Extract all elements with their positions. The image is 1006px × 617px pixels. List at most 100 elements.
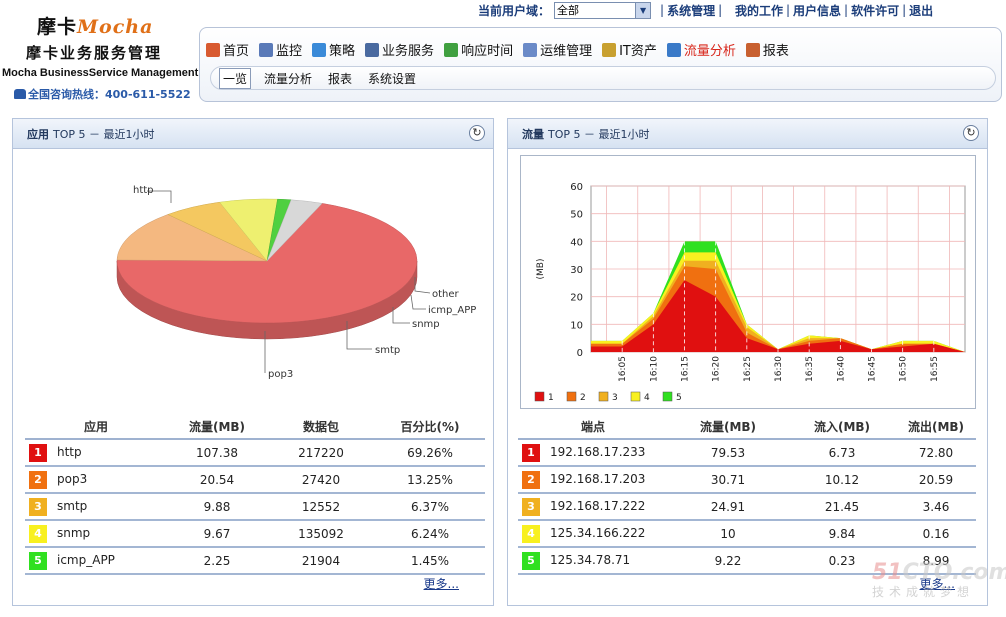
cell-percent: 6.24%	[375, 520, 485, 548]
nav-home[interactable]: 首页	[206, 40, 249, 59]
cell-percent: 6.37%	[375, 493, 485, 521]
app-pie-chart: http pop3 smtp snmp icmp_APP other	[116, 185, 476, 380]
col-traffic: 流量(MB)	[668, 415, 788, 440]
link-user-info[interactable]: 用户信息	[793, 2, 841, 19]
cell-traffic: 9.22	[668, 547, 788, 575]
cell-in: 6.73	[788, 439, 896, 467]
x-tick-label: 16:15	[681, 356, 691, 382]
tab-report[interactable]: 报表	[325, 69, 355, 88]
refresh-icon[interactable]: ↻	[963, 125, 979, 141]
legend-label: 1	[548, 393, 554, 403]
service-icon	[365, 42, 380, 57]
cell-traffic: 30.71	[668, 466, 788, 494]
table-row[interactable]: 5 icmp_APP 2.25 21904 1.45%	[25, 547, 485, 575]
logo: 摩卡Mocha 摩卡业务服务管理 Mocha BusinessService M…	[0, 0, 200, 104]
row-label: 192.168.17.222	[550, 498, 646, 513]
col-endpoint: 端点	[518, 415, 668, 440]
cell-traffic: 10	[668, 520, 788, 548]
more-link[interactable]: 更多...	[424, 575, 459, 592]
cell-packets: 21904	[267, 547, 375, 575]
tab-overview[interactable]: 一览	[219, 67, 252, 89]
table-row[interactable]: 2 pop3 20.54 27420 13.25%	[25, 466, 485, 494]
link-my-work[interactable]: 我的工作	[735, 2, 783, 19]
legend-swatch	[598, 391, 609, 402]
row-label: pop3	[57, 471, 88, 486]
refresh-icon[interactable]: ↻	[469, 125, 485, 141]
table-row[interactable]: 4 125.34.166.222 10 9.84 0.16	[518, 520, 976, 548]
nav-it-asset[interactable]: IT资产	[602, 40, 657, 59]
link-logout[interactable]: 退出	[909, 2, 933, 19]
col-in: 流入(MB)	[788, 415, 896, 440]
watermark: 51CTO.com 技术成就梦想	[872, 560, 1006, 599]
row-label: icmp_APP	[57, 552, 115, 567]
x-tick-label: 16:50	[899, 356, 909, 382]
link-system-admin[interactable]: 系统管理	[667, 2, 715, 19]
cell-in: 10.12	[788, 466, 896, 494]
legend-swatch	[630, 391, 641, 402]
cell-endpoint: 4 125.34.166.222	[518, 520, 668, 548]
chevron-down-icon[interactable]: ▼	[635, 2, 651, 18]
x-tick-label: 16:55	[930, 356, 940, 382]
phone-icon	[14, 89, 26, 99]
link-license[interactable]: 软件许可	[851, 2, 899, 19]
y-axis-label: (MB)	[536, 259, 546, 280]
cell-in: 21.45	[788, 493, 896, 521]
legend-label: 3	[612, 393, 618, 403]
traffic-chart-frame: 0 10 20 30 40 50 60 (MB) 16:05 16:10 16:15 16:20 16:…	[520, 155, 976, 409]
nav-ops[interactable]: 运维管理	[523, 40, 592, 59]
cell-name: 2 pop3	[25, 466, 167, 494]
x-tick-label: 16:10	[649, 356, 659, 382]
table-row[interactable]: 3 192.168.17.222 24.91 21.45 3.46	[518, 493, 976, 521]
brand-logo: 摩卡Mocha	[37, 16, 154, 38]
cell-percent: 13.25%	[375, 466, 485, 494]
rank-badge: 5	[522, 551, 540, 570]
product-name-en: Mocha BusinessService Management	[2, 67, 199, 79]
table-row[interactable]: 4 snmp 9.67 135092 6.24%	[25, 520, 485, 548]
home-icon	[206, 42, 220, 57]
nav-response-time[interactable]: 响应时间	[444, 40, 513, 59]
x-tick-label: 16:25	[743, 356, 753, 382]
row-label: smtp	[57, 498, 88, 513]
nav-monitor[interactable]: 监控	[259, 40, 302, 59]
cell-packets: 217220	[267, 439, 375, 467]
table-row[interactable]: 1 http 107.38 217220 69.26%	[25, 439, 485, 467]
app-top5-panel: 应用 TOP 5 － 最近1小时 ↻ http pop3 smtp snmp icmp_A…	[12, 118, 494, 606]
legend-swatch	[534, 391, 545, 402]
nav-report[interactable]: 报表	[745, 40, 789, 59]
page: 摩卡Mocha 摩卡业务服务管理 Mocha BusinessService M…	[0, 0, 1006, 617]
user-bar: 当前用户域： 全部 ▼ | 系统管理 | 我的工作 | 用户信息 | 软件许可 | 退出	[478, 1, 934, 19]
rank-badge: 5	[29, 551, 47, 570]
legend-label: 2	[580, 393, 586, 403]
cell-endpoint: 3 192.168.17.222	[518, 493, 668, 521]
cell-out: 3.46	[896, 493, 976, 521]
hotline: 全国咨询热线：400-611-5522	[14, 86, 191, 102]
col-packets: 数据包	[267, 415, 375, 440]
legend-label: 5	[676, 393, 682, 403]
traffic-top5-panel: 流量 TOP 5 － 最近1小时 ↻ 0 10 20 30 40 50 60 (MB) 16:05…	[507, 118, 988, 606]
nav-business-service[interactable]: 业务服务	[365, 40, 434, 59]
domain-select[interactable]: 全部 ▼	[554, 1, 652, 19]
pie-leader-line	[410, 294, 426, 310]
x-tick-label: 16:20	[712, 356, 722, 382]
cell-name: 5 icmp_APP	[25, 547, 167, 575]
traffic-icon	[666, 42, 681, 57]
row-label: 125.34.166.222	[550, 525, 646, 540]
nav-traffic-analysis[interactable]: 流量分析	[666, 40, 736, 59]
col-out: 流出(MB)	[896, 415, 976, 440]
cell-out: 72.80	[896, 439, 976, 467]
table-row[interactable]: 1 192.168.17.233 79.53 6.73 72.80	[518, 439, 976, 467]
cell-traffic: 9.88	[167, 493, 267, 521]
table-row[interactable]: 2 192.168.17.203 30.71 10.12 20.59	[518, 466, 976, 494]
y-tick-label: 50	[570, 210, 583, 221]
tab-traffic-analysis[interactable]: 流量分析	[261, 69, 315, 88]
y-tick-label: 40	[570, 237, 583, 248]
cell-packets: 27420	[267, 466, 375, 494]
y-tick-label: 30	[570, 265, 583, 276]
product-name-cn: 摩卡业务服务管理	[26, 44, 163, 62]
nav-policy[interactable]: 策略	[312, 40, 355, 59]
tab-system-settings[interactable]: 系统设置	[365, 69, 419, 88]
table-row[interactable]: 3 smtp 9.88 12552 6.37%	[25, 493, 485, 521]
row-label: snmp	[57, 525, 91, 540]
row-label: 192.168.17.233	[550, 444, 646, 459]
cell-name: 4 snmp	[25, 520, 167, 548]
